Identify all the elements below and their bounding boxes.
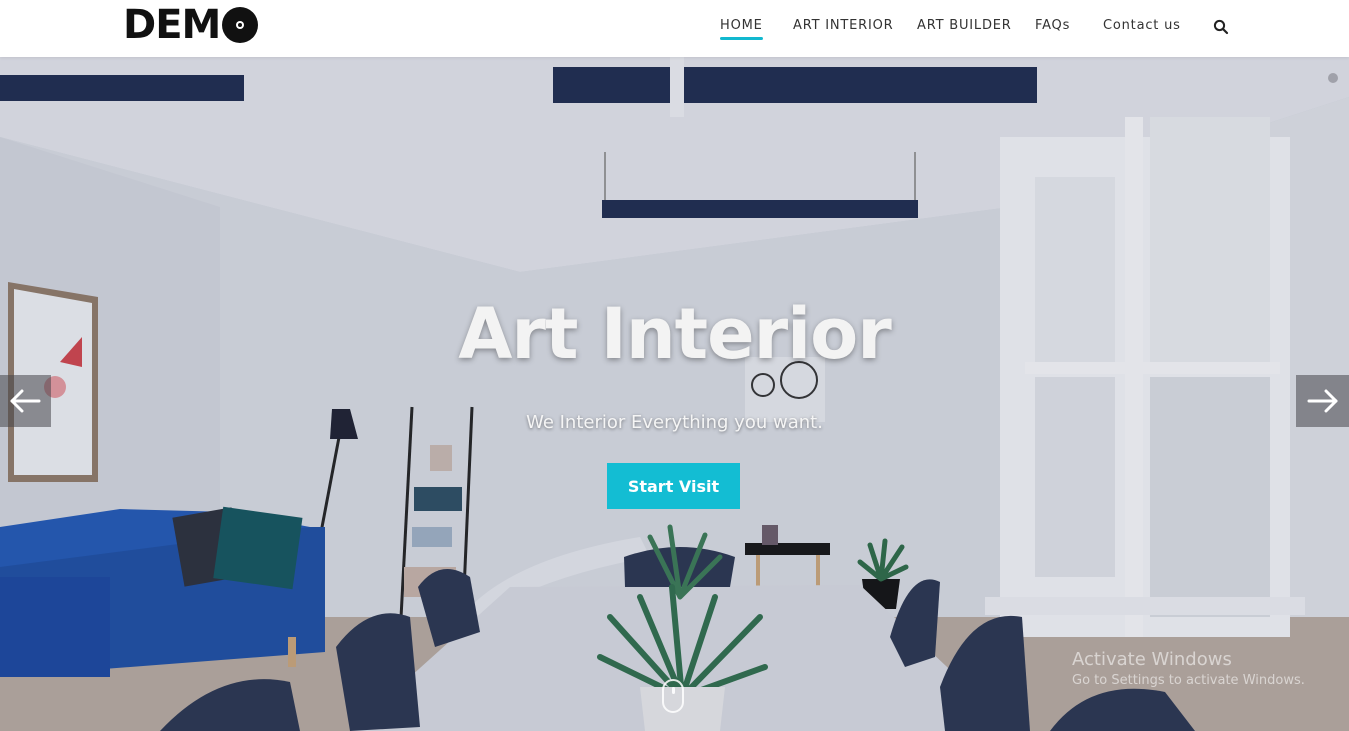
start-visit-button[interactable]: Start Visit — [607, 463, 740, 509]
nav-contact-us[interactable]: Contact us — [1103, 18, 1181, 33]
arrow-left-icon — [10, 389, 40, 413]
watermark-title: Activate Windows — [1072, 649, 1232, 670]
logo-text: DEM — [123, 2, 221, 48]
nav-faqs[interactable]: FAQs — [1035, 18, 1070, 33]
slider-prev-button[interactable] — [0, 375, 51, 427]
arrow-right-icon — [1307, 389, 1337, 413]
hero-title: Art Interior — [458, 293, 891, 375]
nav-art-interior[interactable]: ART INTERIOR — [793, 18, 894, 33]
site-header: DEM HOME ART INTERIOR ART BUILDER FAQs C… — [0, 0, 1349, 57]
slider-next-button[interactable] — [1296, 375, 1349, 427]
mouse-scroll-icon[interactable] — [662, 679, 684, 713]
nav-art-builder[interactable]: ART BUILDER — [917, 18, 1012, 33]
hero-subtitle: We Interior Everything you want. — [526, 412, 823, 433]
scroll-dot — [1328, 73, 1338, 83]
hero-slider: Art Interior We Interior Everything you … — [0, 57, 1349, 731]
site-logo[interactable]: DEM — [123, 2, 259, 48]
nav-home[interactable]: HOME — [720, 18, 763, 40]
watermark-subtitle: Go to Settings to activate Windows. — [1072, 673, 1305, 688]
search-icon[interactable] — [1213, 19, 1229, 35]
hero-overlay — [0, 57, 1349, 731]
vinyl-disc-icon — [222, 7, 259, 43]
windows-activation-watermark: Activate Windows Go to Settings to activ… — [1072, 649, 1305, 691]
